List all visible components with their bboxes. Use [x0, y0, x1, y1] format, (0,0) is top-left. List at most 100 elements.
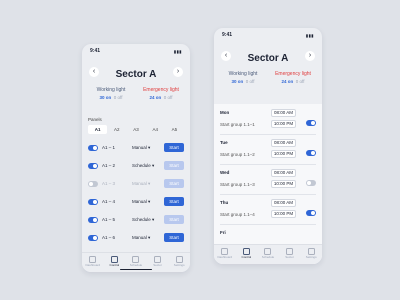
panel-row: A1 – 4 Manual ▾ Start [88, 197, 184, 207]
tab-label: Control [241, 255, 252, 259]
tab-schedule[interactable]: Schedule [257, 245, 279, 264]
panel-row: A1 – 3 Manual ▾ Start [88, 179, 184, 189]
tab-a2[interactable]: A2 [107, 125, 126, 134]
emergency-on: 24 on [149, 95, 162, 100]
schedule-toggle[interactable] [306, 150, 316, 156]
mode-select[interactable]: Schedule ▾ [132, 215, 154, 225]
start-time-field[interactable]: 08:00 AM [271, 139, 296, 147]
start-button[interactable]: Start [164, 197, 184, 206]
mode-select[interactable]: Manual ▾ [132, 233, 150, 243]
signal-icon: ▮▮▮ [173, 49, 182, 54]
tab-label: Sector [285, 255, 294, 259]
lights-summary: Working light 30 on 0 off Emergency ligh… [214, 71, 322, 93]
schedule-icon [132, 256, 140, 263]
panel-name: A1 – 1 [102, 145, 116, 150]
tab-control[interactable]: Control [236, 245, 258, 264]
panel-row: A1 – 2 Schedule ▾ Start [88, 161, 184, 171]
working-light: Working light 30 on 0 off [218, 71, 268, 86]
group-label: Start group 1.1–2 [220, 152, 255, 157]
panel-toggle[interactable] [88, 181, 98, 187]
mode-select[interactable]: Manual ▾ [132, 197, 150, 207]
prev-sector-button[interactable]: ‹ [89, 67, 99, 77]
day-label: Mon [220, 110, 230, 115]
status-time: 9:41 [90, 48, 101, 54]
end-time-field[interactable]: 10:00 PM [271, 120, 296, 128]
emergency-light-label: Emergency light [143, 87, 179, 93]
mode-select[interactable]: Schedule ▾ [132, 161, 154, 171]
panel-name: A1 – 3 [102, 181, 116, 186]
page-title: Sector A [247, 53, 289, 64]
panel-toggle[interactable] [88, 235, 98, 241]
emergency-light-label: Emergency light [275, 71, 311, 77]
start-time-field[interactable]: 08:00 AM [271, 169, 296, 177]
group-label: Start group 1.1–3 [220, 182, 255, 187]
day-label: Thu [220, 200, 229, 205]
emergency-off: 0 off [295, 79, 305, 84]
gear-icon [175, 256, 183, 263]
tab-a3[interactable]: A3 [126, 125, 145, 134]
start-time-field[interactable]: 08:00 AM [271, 199, 296, 207]
tab-dashboard[interactable]: Dashboard [82, 253, 104, 272]
tab-a1[interactable]: A1 [88, 125, 108, 134]
working-on: 30 on [231, 79, 244, 84]
start-button[interactable]: Start [164, 179, 184, 188]
next-sector-button[interactable]: › [305, 51, 315, 61]
panel-name: A1 – 4 [102, 199, 116, 204]
status-bar: 9:41 ▮▮▮ [90, 48, 182, 56]
panel-toggle[interactable] [88, 199, 98, 205]
start-button[interactable]: Start [164, 143, 184, 152]
status-time: 9:41 [222, 32, 233, 38]
panel-toggle[interactable] [88, 163, 98, 169]
mode-select[interactable]: Manual ▾ [132, 143, 150, 153]
panel-name: A1 – 5 [102, 217, 116, 222]
lights-summary: Working light 30 on 0 off Emergency ligh… [82, 87, 190, 109]
tab-dashboard[interactable]: Dashboard [214, 245, 236, 264]
page-title: Sector A [115, 69, 157, 80]
day-label: Fri [220, 230, 226, 235]
schedule-toggle[interactable] [306, 120, 316, 126]
schedule-screen: 9:41 ▮▮▮ ‹ Sector A › Working light 30 o… [214, 28, 322, 264]
tab-label: Schedule [129, 263, 143, 267]
tab-a5[interactable]: A5 [165, 125, 184, 134]
end-time-field[interactable]: 10:00 PM [271, 150, 296, 158]
schedule-toggle[interactable] [306, 210, 316, 216]
day-label: Tue [220, 140, 228, 145]
panel-toggle[interactable] [88, 217, 98, 223]
tab-settings[interactable]: Settings [300, 245, 322, 264]
start-button[interactable]: Start [164, 161, 184, 170]
tab-label: Control [109, 263, 120, 267]
schedule-row: Wed Start group 1.1–3 08:00 AM 10:00 PM [220, 168, 316, 195]
tab-label: Dashboard [217, 255, 233, 259]
panels-label: Panels [88, 117, 102, 122]
sector-icon [286, 248, 294, 255]
working-off: 0 off [113, 95, 123, 100]
control-icon [110, 256, 118, 263]
start-button[interactable]: Start [164, 233, 184, 242]
sector-header: ‹ Sector A › [82, 64, 190, 80]
group-label: Start group 1.1–1 [220, 122, 255, 127]
gear-icon [307, 248, 315, 255]
tab-a4[interactable]: A4 [146, 125, 165, 134]
end-time-field[interactable]: 10:00 PM [271, 180, 296, 188]
tab-sector[interactable]: Sector [279, 245, 301, 264]
mode-select[interactable]: Manual ▾ [132, 179, 150, 189]
schedule-toggle[interactable] [306, 180, 316, 186]
start-time-field[interactable]: 08:00 AM [271, 109, 296, 117]
tab-bar: Dashboard Control Schedule Sector Settin… [214, 244, 322, 264]
schedule-row: Mon Start group 1.1–1 08:00 AM 10:00 PM [220, 108, 316, 135]
panel-toggle[interactable] [88, 145, 98, 151]
tab-label: Settings [173, 263, 185, 267]
next-sector-button[interactable]: › [173, 67, 183, 77]
panel-name: A1 – 6 [102, 235, 116, 240]
tab-label: Schedule [261, 255, 275, 259]
start-button[interactable]: Start [164, 215, 184, 224]
panel-row: A1 – 1 Manual ▾ Start [88, 143, 184, 153]
prev-sector-button[interactable]: ‹ [221, 51, 231, 61]
tab-bar: Dashboard Control Schedule Sector Settin… [82, 252, 190, 272]
dashboard-icon [221, 248, 229, 255]
panel-row: A1 – 6 Manual ▾ Start [88, 233, 184, 243]
end-time-field[interactable]: 10:00 PM [271, 210, 296, 218]
tab-label: Settings [305, 255, 317, 259]
working-on: 30 on [99, 95, 112, 100]
tab-settings[interactable]: Settings [168, 253, 190, 272]
